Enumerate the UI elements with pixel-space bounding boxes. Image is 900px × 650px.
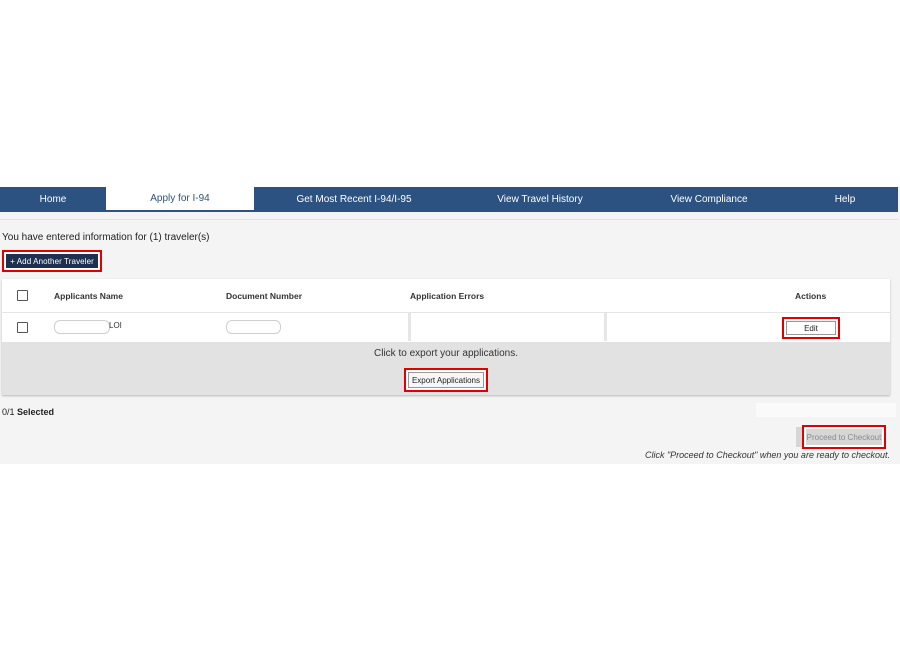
add-traveler-label: + Add Another Traveler <box>6 254 98 268</box>
selection-status: 0/1 Selected <box>2 407 54 417</box>
applicant-name-redacted <box>54 320 110 334</box>
table-header: Applicants Name Document Number Applicat… <box>2 279 890 313</box>
document-number-redacted <box>226 320 281 334</box>
select-all-checkbox[interactable] <box>17 290 28 301</box>
checkout-instruction: Click "Proceed to Checkout" when you are… <box>644 450 890 460</box>
header-applicant-name: Applicants Name <box>54 291 123 301</box>
main-nav: Home Apply for I-94 Get Most Recent I-94… <box>0 187 898 212</box>
table-row: LOI Edit <box>2 313 890 341</box>
tab-home[interactable]: Home <box>0 187 106 212</box>
tab-most-recent-i94[interactable]: Get Most Recent I-94/I-95 <box>254 187 454 212</box>
tab-apply-i94[interactable]: Apply for I-94 <box>106 187 254 212</box>
edit-button[interactable]: Edit <box>782 317 840 339</box>
tab-travel-history[interactable]: View Travel History <box>454 187 626 212</box>
export-applications-button[interactable]: Export Applications <box>404 368 488 392</box>
export-section: Click to export your applications. Expor… <box>2 342 890 395</box>
applications-table: Applicants Name Document Number Applicat… <box>2 279 890 395</box>
application-errors-cell-2 <box>604 313 780 341</box>
proceed-to-checkout-button[interactable]: Proceed to Checkout <box>802 425 886 449</box>
header-application-errors: Application Errors <box>410 291 485 301</box>
header-document-number: Document Number <box>226 291 303 301</box>
header-actions: Actions <box>795 291 827 301</box>
row-select-checkbox[interactable] <box>17 322 28 333</box>
selection-count: 0/1 <box>2 407 15 417</box>
i94-application-page: Home Apply for I-94 Get Most Recent I-94… <box>0 187 900 464</box>
add-traveler-button[interactable]: + Add Another Traveler <box>2 250 102 272</box>
export-prompt: Click to export your applications. <box>374 348 518 359</box>
selection-label: Selected <box>17 407 55 417</box>
tab-compliance[interactable]: View Compliance <box>626 187 792 212</box>
selection-bar-strip <box>756 403 896 417</box>
traveler-count-text: You have entered information for (1) tra… <box>2 232 210 243</box>
export-applications-label: Export Applications <box>408 372 484 388</box>
proceed-to-checkout-label: Proceed to Checkout <box>806 429 882 445</box>
application-errors-cell <box>408 313 604 341</box>
tab-help[interactable]: Help <box>792 187 898 212</box>
edit-label: Edit <box>786 321 836 335</box>
applicant-name-suffix: LOI <box>109 321 122 330</box>
nav-divider <box>0 219 898 220</box>
